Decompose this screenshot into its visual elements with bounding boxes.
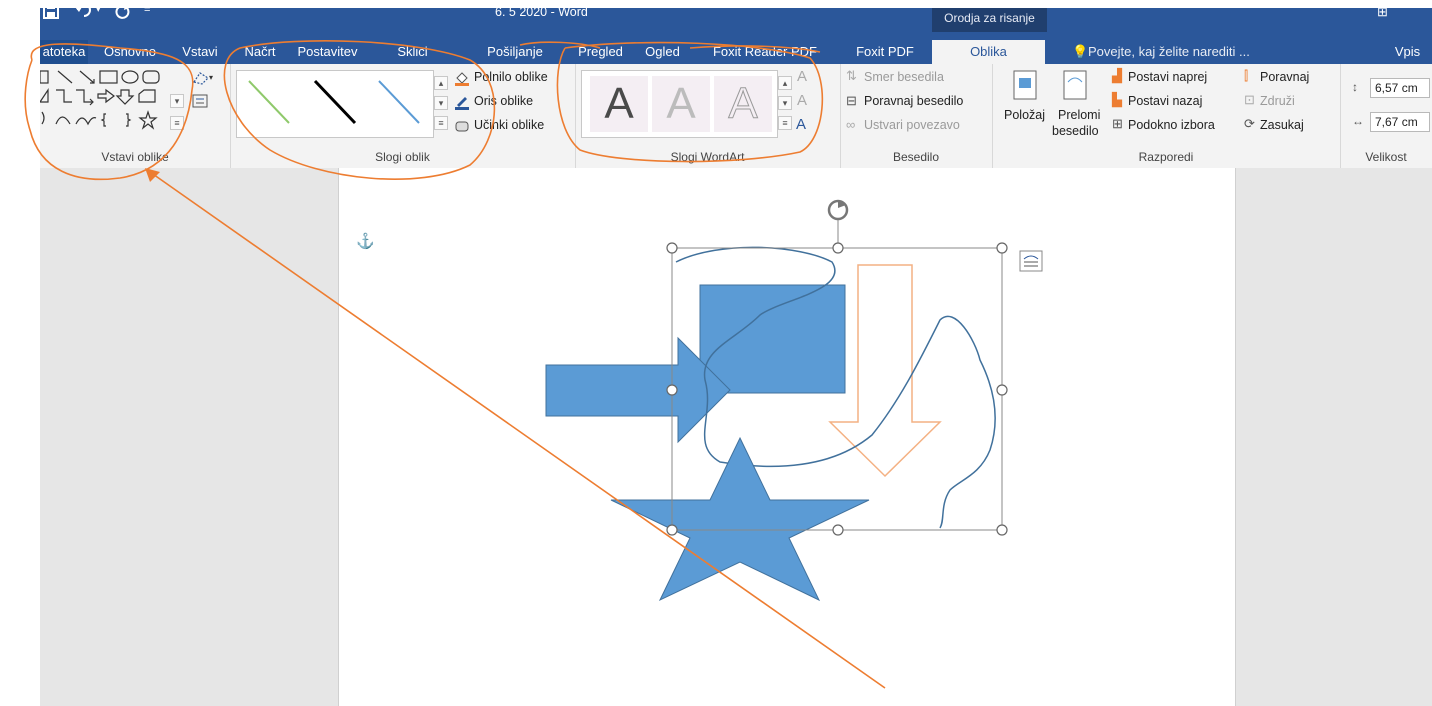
orange-down-arrow-outline[interactable]	[828, 264, 942, 478]
annotation-pointer-line	[149, 171, 886, 689]
annotation-circle-insert-shapes	[24, 43, 194, 181]
selected-shape-group[interactable]	[545, 246, 996, 602]
annotation-circle-shape-styles	[223, 40, 496, 180]
rotation-handle[interactable]	[827, 199, 849, 221]
blue-rectangle-shape[interactable]	[699, 284, 846, 394]
drawing-overlay	[24, 40, 1008, 689]
annotation-circle-tabs-2	[689, 45, 821, 53]
annotation-arrowhead	[145, 168, 160, 182]
annotation-circle-wordart	[556, 41, 824, 163]
annotation-circle-tabs	[519, 41, 601, 49]
blue-star-shape[interactable]	[610, 436, 870, 602]
